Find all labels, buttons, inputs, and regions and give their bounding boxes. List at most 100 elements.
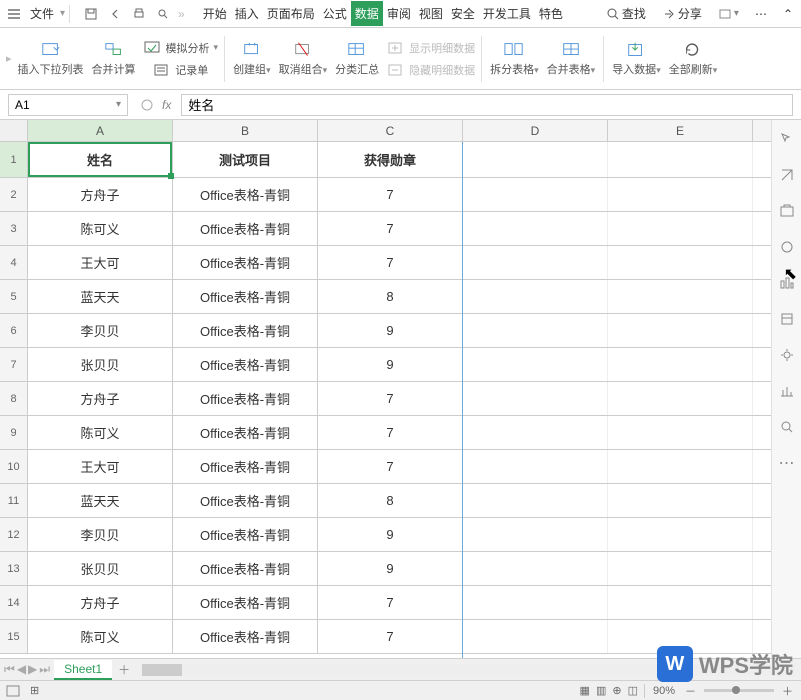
tab-view[interactable]: 视图 (415, 1, 447, 26)
refresh-button[interactable]: 全部刷新▾ (665, 39, 722, 79)
cell-A6[interactable]: 李贝贝 (28, 314, 173, 347)
row-header-10[interactable]: 10 (0, 450, 28, 483)
cell-C8[interactable]: 7 (318, 382, 463, 415)
row-header-8[interactable]: 8 (0, 382, 28, 415)
col-header-D[interactable]: D (463, 120, 608, 141)
collapse-icon[interactable]: ⌃ (779, 7, 797, 21)
cell-E10[interactable] (608, 450, 753, 483)
cell-D10[interactable] (463, 450, 608, 483)
cell-D13[interactable] (463, 552, 608, 585)
side-backup-icon[interactable] (778, 202, 796, 220)
row-header-1[interactable]: 1 (0, 142, 28, 177)
sheet-nav-first-icon[interactable]: ⏮ (4, 662, 15, 677)
cell-E8[interactable] (608, 382, 753, 415)
file-menu[interactable]: 文件 (24, 5, 60, 22)
col-header-B[interactable]: B (173, 120, 318, 141)
preview-icon[interactable] (152, 3, 174, 25)
cell-D9[interactable] (463, 416, 608, 449)
cell-B10[interactable]: Office表格-青铜 (173, 450, 318, 483)
name-box-dropdown-icon[interactable]: ▾ (116, 99, 121, 110)
cell-D7[interactable] (463, 348, 608, 381)
scroll-thumb[interactable] (142, 664, 182, 676)
cell-C15[interactable]: 7 (318, 620, 463, 653)
row-header-5[interactable]: 5 (0, 280, 28, 313)
col-header-A[interactable]: A (28, 120, 173, 141)
cell-D5[interactable] (463, 280, 608, 313)
row-header-13[interactable]: 13 (0, 552, 28, 585)
cell-A8[interactable]: 方舟子 (28, 382, 173, 415)
tab-layout[interactable]: 页面布局 (263, 1, 319, 26)
cell-E4[interactable] (608, 246, 753, 279)
cell-A11[interactable]: 蓝天天 (28, 484, 173, 517)
cell-B14[interactable]: Office表格-青铜 (173, 586, 318, 619)
cell-D11[interactable] (463, 484, 608, 517)
row-header-14[interactable]: 14 (0, 586, 28, 619)
row-header-7[interactable]: 7 (0, 348, 28, 381)
subtotal-button[interactable]: 分类汇总 (331, 39, 383, 79)
view-split-icon[interactable]: ◫ (628, 684, 638, 697)
cell-A10[interactable]: 王大可 (28, 450, 173, 483)
sheet-tab-1[interactable]: Sheet1 (54, 660, 112, 680)
view-read-icon[interactable]: ⊕ (612, 684, 621, 697)
cell-E13[interactable] (608, 552, 753, 585)
cell-C2[interactable]: 7 (318, 178, 463, 211)
cell-A9[interactable]: 陈可义 (28, 416, 173, 449)
tab-review[interactable]: 审阅 (383, 1, 415, 26)
ungroup-button[interactable]: 取消组合▾ (275, 39, 332, 79)
row-header-15[interactable]: 15 (0, 620, 28, 653)
side-more-icon[interactable]: ⋯ (778, 454, 796, 472)
cell-E1[interactable] (608, 142, 753, 177)
cell-B7[interactable]: Office表格-青铜 (173, 348, 318, 381)
select-all-corner[interactable] (0, 120, 28, 141)
cell-E5[interactable] (608, 280, 753, 313)
cell-E2[interactable] (608, 178, 753, 211)
cell-C11[interactable]: 8 (318, 484, 463, 517)
tab-security[interactable]: 安全 (447, 1, 479, 26)
cell-C14[interactable]: 7 (318, 586, 463, 619)
side-chart-icon[interactable] (778, 382, 796, 400)
zoom-slider[interactable] (704, 689, 774, 692)
ellipsis-icon[interactable]: ⋯ (751, 7, 771, 21)
share-button[interactable]: 分享 (658, 5, 706, 22)
row-header-9[interactable]: 9 (0, 416, 28, 449)
spreadsheet[interactable]: A B C D E 1 姓名 测试项目 获得勋章 2 方舟子 Office表格-… (0, 120, 771, 658)
cell-B5[interactable]: Office表格-青铜 (173, 280, 318, 313)
tab-special[interactable]: 特色 (535, 1, 567, 26)
search-button[interactable]: 查找 (602, 5, 650, 22)
horizontal-scrollbar[interactable] (142, 664, 795, 676)
split-table-button[interactable]: 拆分表格▾ (486, 39, 543, 79)
tab-formula[interactable]: 公式 (319, 1, 351, 26)
add-sheet-button[interactable]: ＋ (112, 659, 136, 680)
col-header-C[interactable]: C (318, 120, 463, 141)
hamburger-icon[interactable] (4, 4, 24, 24)
cell-C3[interactable]: 7 (318, 212, 463, 245)
name-box[interactable]: A1 ▾ (8, 94, 128, 116)
cell-B13[interactable]: Office表格-青铜 (173, 552, 318, 585)
row-header-4[interactable]: 4 (0, 246, 28, 279)
more-icon[interactable]: ▾ (714, 7, 743, 21)
col-header-E[interactable]: E (608, 120, 753, 141)
cell-A4[interactable]: 王大可 (28, 246, 173, 279)
cell-B3[interactable]: Office表格-青铜 (173, 212, 318, 245)
cell-C12[interactable]: 9 (318, 518, 463, 551)
cell-C6[interactable]: 9 (318, 314, 463, 347)
cell-A7[interactable]: 张贝贝 (28, 348, 173, 381)
cell-B8[interactable]: Office表格-青铜 (173, 382, 318, 415)
cell-E9[interactable] (608, 416, 753, 449)
cell-D15[interactable] (463, 620, 608, 653)
sheet-nav-prev-icon[interactable]: ◀ (17, 662, 26, 677)
view-normal-icon[interactable]: ▦ (580, 684, 590, 697)
cell-C7[interactable]: 9 (318, 348, 463, 381)
cell-A5[interactable]: 蓝天天 (28, 280, 173, 313)
cell-C1[interactable]: 获得勋章 (318, 142, 463, 177)
cell-E7[interactable] (608, 348, 753, 381)
cell-E6[interactable] (608, 314, 753, 347)
row-header-2[interactable]: 2 (0, 178, 28, 211)
cell-D3[interactable] (463, 212, 608, 245)
save-icon[interactable] (80, 3, 102, 25)
fx-cancel-icon[interactable] (138, 96, 156, 114)
zoom-value[interactable]: 90% (651, 685, 677, 697)
fx-label[interactable]: fx (162, 98, 171, 112)
cell-D4[interactable] (463, 246, 608, 279)
cell-C5[interactable]: 8 (318, 280, 463, 313)
